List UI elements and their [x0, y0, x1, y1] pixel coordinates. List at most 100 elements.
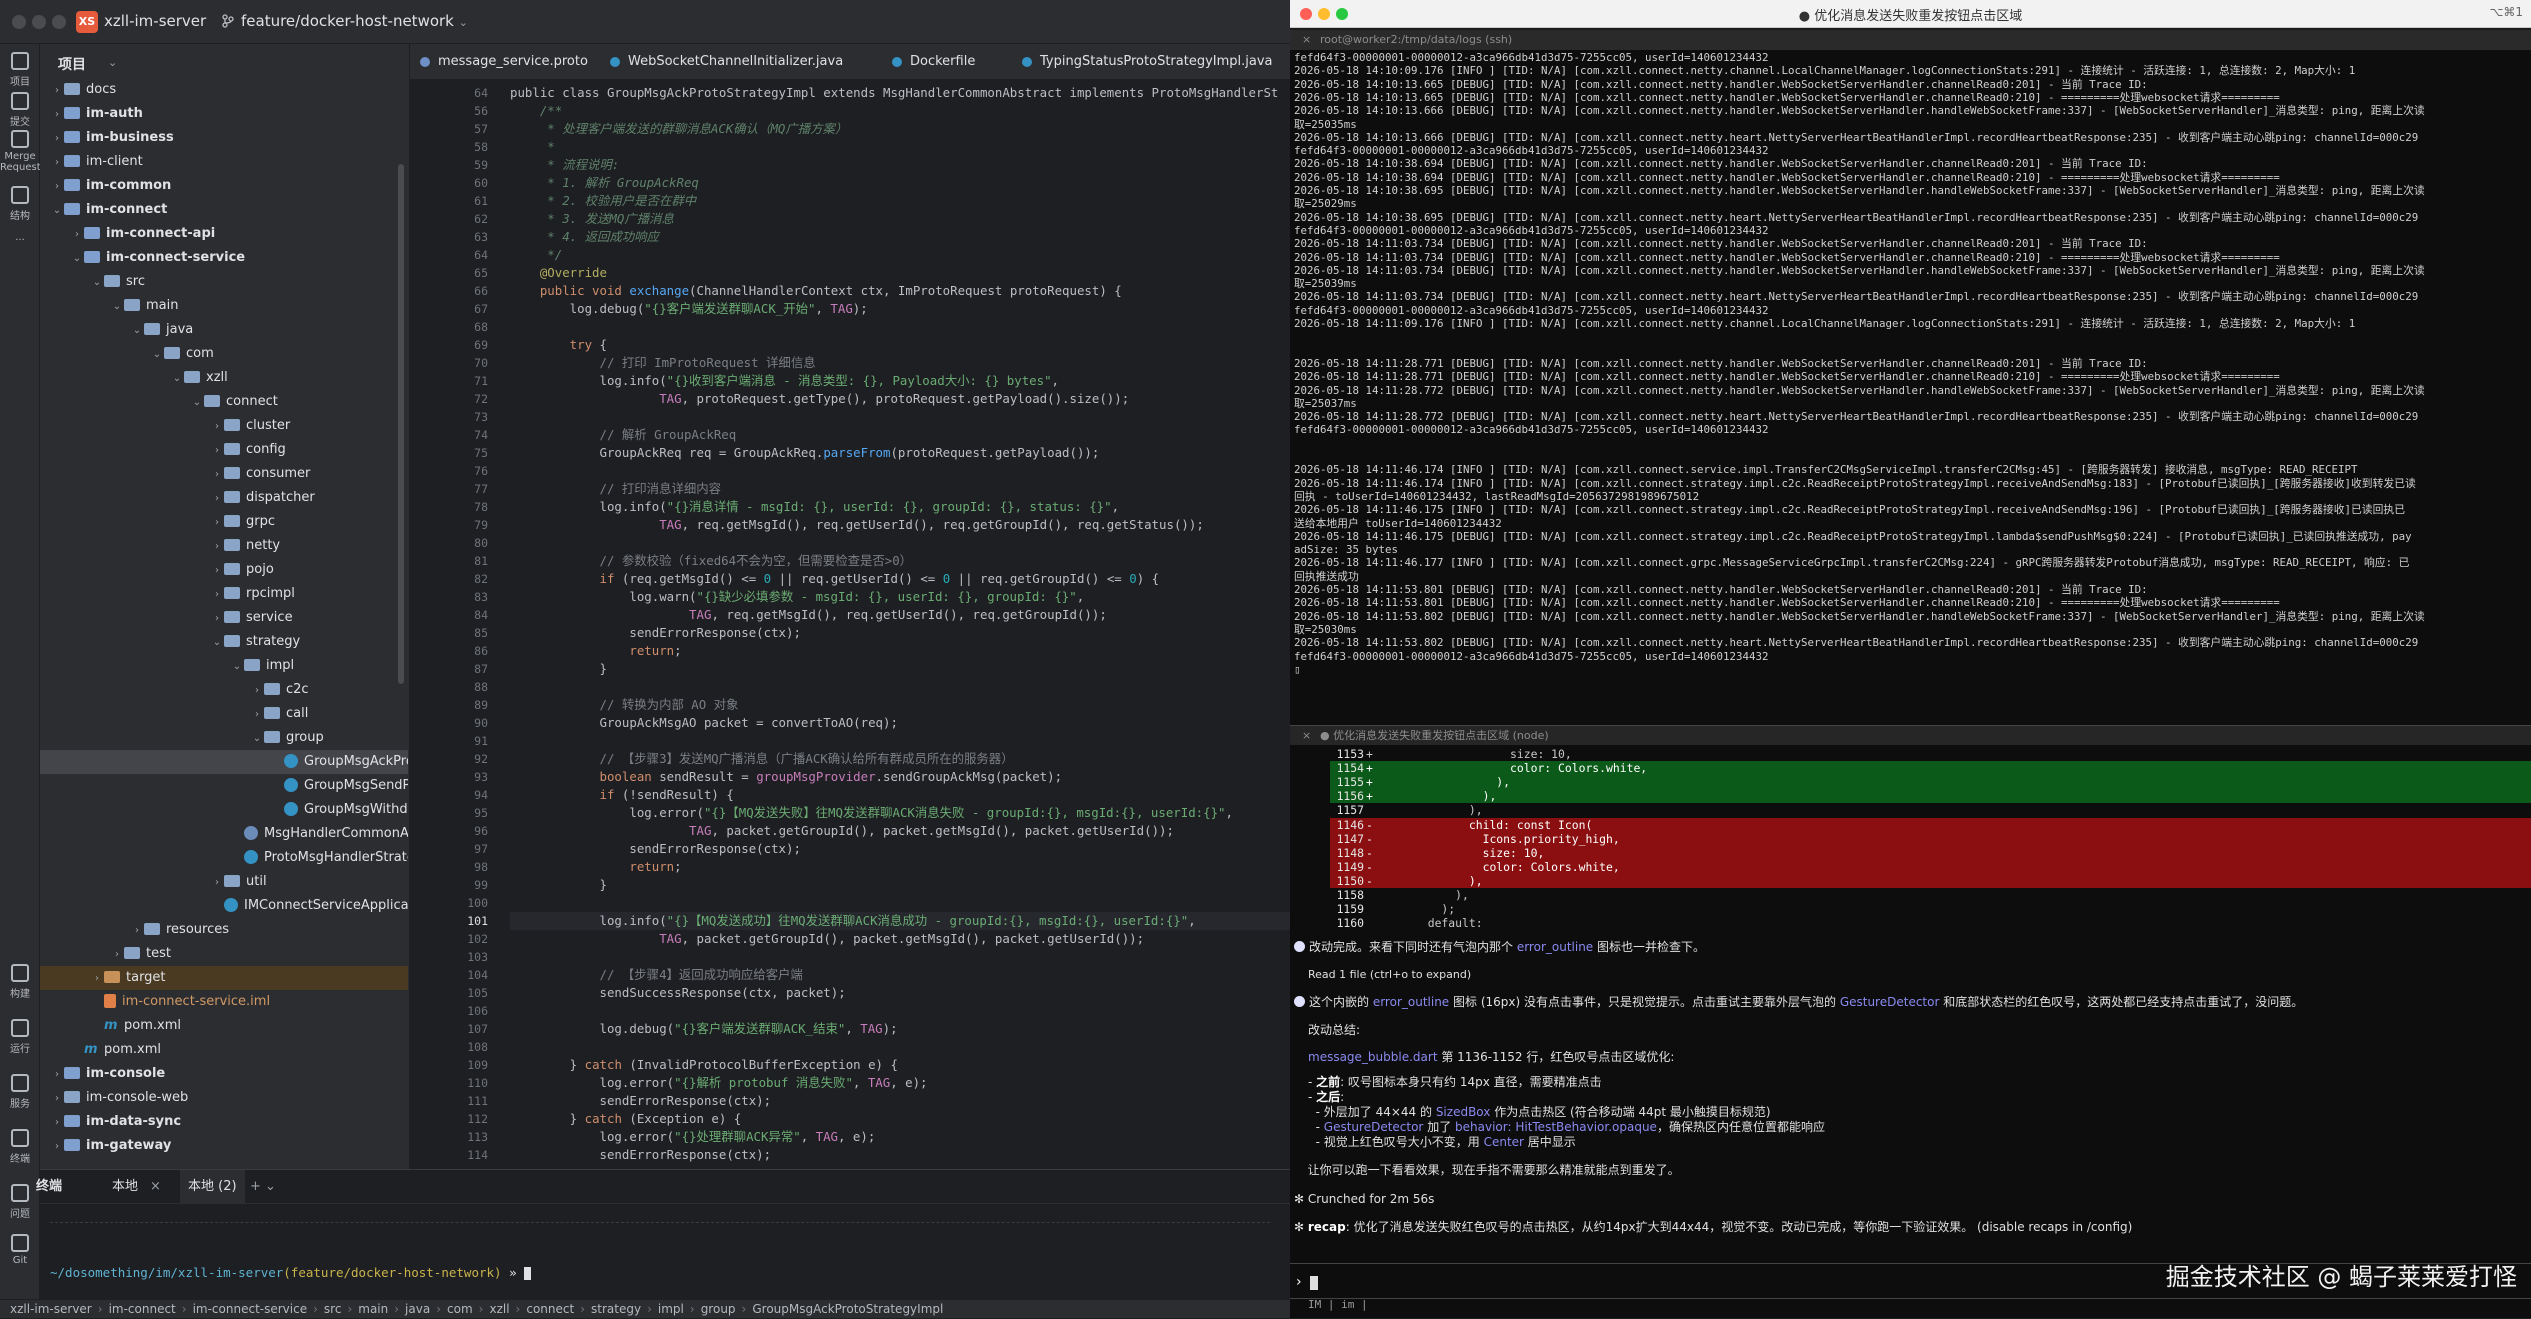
- rail-1[interactable]: 提交: [0, 92, 40, 128]
- tree-item-consumer[interactable]: › consumer: [40, 462, 408, 486]
- rail-bottom-2[interactable]: 服务: [0, 1074, 40, 1110]
- chevron-down-icon[interactable]: ⌄: [210, 631, 224, 654]
- chevron-down-icon[interactable]: ⌄: [110, 295, 124, 318]
- tree-item-im-connect-api[interactable]: › im-connect-api: [40, 222, 408, 246]
- tree-item-im-gateway[interactable]: › im-gateway: [40, 1134, 408, 1158]
- read-file-note[interactable]: Read 1 file (ctrl+o to expand): [1308, 967, 1471, 982]
- tree-item-im-business[interactable]: › im-business: [40, 126, 408, 150]
- close-window-button[interactable]: [12, 15, 26, 29]
- chevron-down-icon[interactable]: ⌄: [230, 655, 244, 678]
- status-breadcrumb-item[interactable]: impl: [658, 1302, 684, 1316]
- chevron-down-icon[interactable]: ⌄: [250, 727, 264, 750]
- chevron-right-icon[interactable]: ›: [50, 1135, 64, 1158]
- rail-bottom-0[interactable]: 构建: [0, 964, 40, 1000]
- log-output-pane[interactable]: fefd64f3-00000001-00000012-a3ca966db41d3…: [1290, 50, 2531, 725]
- tree-item-im-connect-service[interactable]: ⌄ im-connect-service: [40, 246, 408, 270]
- rail-bottom-3[interactable]: 终端: [0, 1129, 40, 1165]
- tree-item-protomsghandlerstrategy[interactable]: ProtoMsgHandlerStrategy: [40, 846, 408, 870]
- tree-item-target[interactable]: › target: [40, 966, 408, 990]
- tab-local-2[interactable]: 本地 (2): [180, 1170, 245, 1204]
- branch-switcher[interactable]: feature/docker-host-network ⌄: [241, 12, 468, 30]
- tree-item-cluster[interactable]: › cluster: [40, 414, 408, 438]
- status-breadcrumb-item[interactable]: im-connect: [109, 1302, 176, 1316]
- status-breadcrumb-item[interactable]: com: [447, 1302, 473, 1316]
- rail-bottom-4[interactable]: 问题: [0, 1184, 40, 1220]
- tree-item-connect[interactable]: ⌄ connect: [40, 390, 408, 414]
- tree-item-imconnectserviceapplication[interactable]: IMConnectServiceApplication: [40, 894, 408, 918]
- tree-item-test[interactable]: › test: [40, 942, 408, 966]
- tree-item-util[interactable]: › util: [40, 870, 408, 894]
- project-switcher[interactable]: xzll-im-server: [104, 12, 206, 30]
- tree-item-im-common[interactable]: › im-common: [40, 174, 408, 198]
- close-icon[interactable]: ×: [150, 1170, 161, 1204]
- tree-item-im-data-sync[interactable]: › im-data-sync: [40, 1110, 408, 1134]
- tab-local[interactable]: 本地: [112, 1170, 138, 1204]
- minimize-window-button[interactable]: [32, 15, 46, 29]
- chevron-right-icon[interactable]: ›: [50, 127, 64, 150]
- assistant-pane[interactable]: 1153 + size: 10, 1154 + color: Colors.white…: [1290, 745, 2531, 1318]
- chevron-down-icon[interactable]: ⌄: [70, 247, 84, 270]
- chevron-right-icon[interactable]: ›: [210, 559, 224, 582]
- tree-item-main[interactable]: ⌄ main: [40, 294, 408, 318]
- chevron-down-icon[interactable]: ⌄: [190, 391, 204, 414]
- status-breadcrumb-item[interactable]: main: [358, 1302, 388, 1316]
- chevron-right-icon[interactable]: ›: [130, 919, 144, 942]
- rail-4[interactable]: ...: [0, 232, 40, 243]
- ssh-session-tab[interactable]: × root@worker2:/tmp/data/logs (ssh): [1290, 30, 2531, 50]
- chevron-right-icon[interactable]: ›: [50, 175, 64, 198]
- status-breadcrumb-item[interactable]: src: [324, 1302, 342, 1316]
- chevron-right-icon[interactable]: ›: [210, 415, 224, 438]
- status-breadcrumb-item[interactable]: im-connect-service: [193, 1302, 308, 1316]
- chevron-right-icon[interactable]: ›: [50, 1063, 64, 1086]
- chevron-right-icon[interactable]: ›: [210, 535, 224, 558]
- chevron-right-icon[interactable]: ›: [210, 511, 224, 534]
- tree-item-xzll[interactable]: ⌄ xzll: [40, 366, 408, 390]
- tree-item-msghandlercommonabstract[interactable]: MsgHandlerCommonAbstract: [40, 822, 408, 846]
- chevron-right-icon[interactable]: ›: [50, 1087, 64, 1110]
- code-area[interactable]: public class GroupMsgAckProtoStrategyImp…: [510, 84, 1290, 1169]
- chevron-right-icon[interactable]: ›: [50, 79, 64, 102]
- chevron-right-icon[interactable]: ›: [210, 583, 224, 606]
- tree-item-im-client[interactable]: › im-client: [40, 150, 408, 174]
- tree-item-im-connect-service-iml[interactable]: im-connect-service.iml: [40, 990, 408, 1014]
- rail-3[interactable]: 结构: [0, 186, 40, 222]
- status-breadcrumb-item[interactable]: GroupMsgAckProtoStrategyImpl: [752, 1302, 943, 1316]
- chevron-right-icon[interactable]: ›: [210, 607, 224, 630]
- rail-bottom-1[interactable]: 运行: [0, 1019, 40, 1055]
- tree-item-impl[interactable]: ⌄ impl: [40, 654, 408, 678]
- tree-item-groupmsgwithdrawprotostrategyimpl[interactable]: GroupMsgWithdrawProtoStrategyImpl: [40, 798, 408, 822]
- tree-item-src[interactable]: ⌄ src: [40, 270, 408, 294]
- status-breadcrumb-item[interactable]: xzll: [489, 1302, 509, 1316]
- terminal-prompt[interactable]: ~/dosomething/im/xzll-im-server(feature/…: [50, 1265, 532, 1280]
- node-session-tab[interactable]: × ● 优化消息发送失败重发按钮点击区域 (node): [1290, 725, 2531, 745]
- tree-item-docs[interactable]: › docs: [40, 78, 408, 102]
- project-panel-title[interactable]: 项目: [58, 54, 86, 74]
- tree-item-groupmsgsendprotostrategyimpl[interactable]: GroupMsgSendProtoStrategyImpl: [40, 774, 408, 798]
- editor-tab[interactable]: TypingStatusProtoStrategyImpl.java: [1022, 44, 1273, 80]
- status-breadcrumb-item[interactable]: group: [701, 1302, 736, 1316]
- tree-item-strategy[interactable]: ⌄ strategy: [40, 630, 408, 654]
- chevron-right-icon[interactable]: ›: [110, 943, 124, 966]
- chevron-down-icon[interactable]: ⌄: [90, 271, 104, 294]
- rail-bottom-5[interactable]: Git: [0, 1234, 40, 1266]
- chevron-right-icon[interactable]: ›: [70, 223, 84, 246]
- editor-tab[interactable]: WebSocketChannelInitializer.java: [610, 44, 843, 80]
- tree-item-im-connect[interactable]: ⌄ im-connect: [40, 198, 408, 222]
- tree-item-groupmsgackprotostrategyimpl[interactable]: GroupMsgAckProtoStrategyImpl: [40, 750, 408, 774]
- tree-item-im-auth[interactable]: › im-auth: [40, 102, 408, 126]
- rail-0[interactable]: 项目: [0, 52, 40, 88]
- chevron-right-icon[interactable]: ›: [90, 967, 104, 990]
- chevron-down-icon[interactable]: ⌄: [170, 367, 184, 390]
- chevron-right-icon[interactable]: ›: [50, 103, 64, 126]
- status-breadcrumb-item[interactable]: connect: [526, 1302, 574, 1316]
- chevron-down-icon[interactable]: ⌄: [108, 56, 117, 69]
- rail-2[interactable]: Merge Requests: [0, 130, 46, 173]
- chevron-right-icon[interactable]: ›: [210, 871, 224, 894]
- chevron-down-icon[interactable]: ⌄: [130, 319, 144, 342]
- editor-tab[interactable]: Dockerfile: [892, 44, 975, 80]
- tree-item-pom-xml[interactable]: m pom.xml: [40, 1038, 408, 1062]
- chevron-right-icon[interactable]: ›: [210, 463, 224, 486]
- tree-item-group[interactable]: ⌄ group: [40, 726, 408, 750]
- tree-item-service[interactable]: › service: [40, 606, 408, 630]
- status-breadcrumb-item[interactable]: strategy: [591, 1302, 641, 1316]
